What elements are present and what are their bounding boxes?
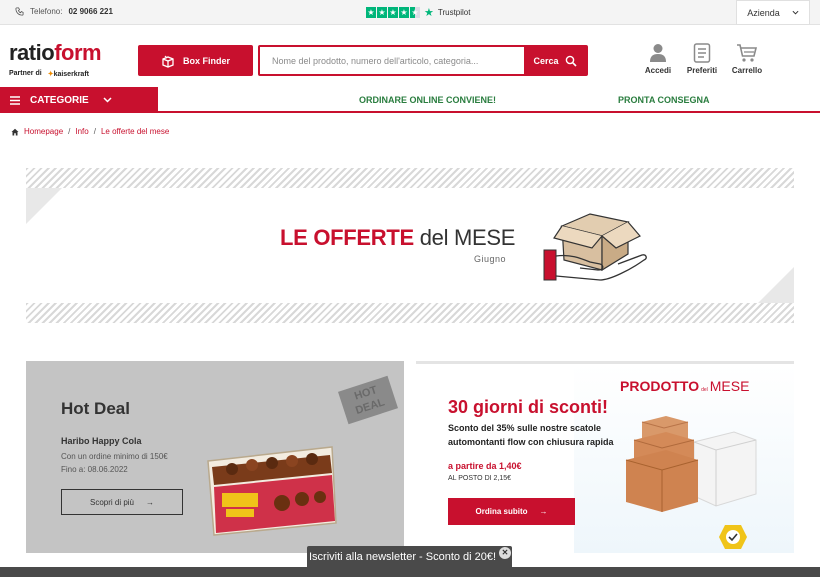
favorites-button[interactable]: Preferiti: [680, 43, 724, 75]
main-nav: CATEGORIE ORDINARE ONLINE CONVIENE! PRON…: [0, 87, 820, 113]
star-icon: ★: [388, 7, 398, 18]
hot-deal-valid-until: Fino a: 08.06.2022: [61, 465, 128, 474]
nav-link-order-online[interactable]: ORDINARE ONLINE CONVIENE!: [359, 95, 496, 105]
hand-box-illustration: [543, 213, 647, 281]
categories-menu-button[interactable]: CATEGORIE: [0, 87, 158, 113]
breadcrumb: Homepage / Info / Le offerte del mese: [11, 127, 169, 136]
cart-button[interactable]: Carrello: [725, 43, 769, 75]
partner-brand: kaiserkraft: [53, 71, 89, 78]
hot-deal-min-order: Con un ordine minimo di 150€: [61, 452, 168, 461]
hot-deal-badge: HOT DEAL: [338, 375, 398, 425]
star-icon: ★: [377, 7, 387, 18]
breadcrumb-separator: /: [68, 127, 71, 136]
search-bar: Cerca: [258, 45, 588, 76]
breadcrumb-current: Le offerte del mese: [100, 127, 170, 136]
banner-corner-left: [26, 188, 62, 224]
cart-label: Carrello: [731, 66, 763, 75]
box-finder-button[interactable]: Box Finder: [138, 45, 253, 76]
arrow-right-icon: →: [146, 497, 155, 507]
star-half-icon: ★: [410, 7, 420, 18]
search-button-label: Cerca: [533, 55, 559, 66]
breadcrumb-home[interactable]: Homepage: [24, 127, 63, 136]
search-input[interactable]: [260, 47, 524, 74]
product-of-month-heading: PRODOTTO del MESE: [620, 378, 749, 394]
order-now-label: Ordina subito: [475, 507, 528, 516]
user-icon: [650, 44, 666, 62]
promo-description: Sconto del 35% sulle nostre scatole auto…: [448, 423, 614, 447]
breadcrumb-info[interactable]: Info: [75, 127, 88, 136]
hamburger-icon: [10, 95, 20, 105]
chevron-down-icon: [103, 97, 112, 103]
banner-corner-right: [758, 267, 794, 303]
list-icon: [693, 43, 711, 63]
hot-deal-card[interactable]: Hot Deal HOT DEAL Haribo Happy Cola Con u…: [26, 361, 404, 553]
promo-original-price: AL POSTO DI 2,15€: [448, 475, 512, 482]
partner-label: Partner di: [9, 70, 42, 77]
heading-prodotto: PRODOTTO: [620, 378, 700, 394]
heading-mese: MESE: [709, 378, 750, 394]
trustpilot-rating[interactable]: ★ ★ ★ ★ ★ ★ Trustpilot: [366, 6, 470, 19]
discover-more-button[interactable]: Scopri di più →: [61, 489, 183, 515]
login-label: Accedi: [644, 66, 672, 75]
phone-icon: [15, 7, 24, 16]
discover-more-label: Scopri di più: [89, 497, 135, 507]
banner-stripe-bottom: [26, 303, 794, 323]
nav-link-ready-delivery[interactable]: PRONTA CONSEGNA: [618, 95, 710, 105]
star-icon: ★: [366, 7, 376, 18]
box-icon: [162, 55, 174, 68]
logo-text-b: form: [54, 40, 102, 65]
promo-price: a partire da 1,40€: [448, 461, 522, 471]
box-finder-label: Box Finder: [182, 55, 230, 66]
cardboard-boxes-image: [625, 416, 757, 512]
login-button[interactable]: Accedi: [636, 43, 680, 75]
home-icon: [11, 128, 19, 135]
company-select[interactable]: Azienda: [736, 0, 810, 25]
breadcrumb-separator: /: [93, 127, 96, 136]
arrow-right-icon: →: [539, 507, 548, 516]
cart-icon: [737, 44, 758, 62]
promo-title: 30 giorni di sconti!: [448, 397, 609, 417]
star-icon: ★: [399, 7, 409, 18]
top-bar: Telefono: 02 9066 221 ★ ★ ★ ★ ★ ★ Trustp…: [0, 0, 820, 25]
candy-tub-image: [207, 446, 337, 536]
site-logo[interactable]: ratioform Partner di ✦kaiserkraft: [9, 40, 102, 79]
phone-label: Telefono:: [30, 7, 63, 16]
quality-seal-icon: [719, 525, 747, 549]
chevron-down-icon: [792, 10, 799, 15]
footer-strip: [0, 567, 820, 577]
trustpilot-label: Trustpilot: [437, 8, 471, 17]
hot-deal-title: Hot Deal: [61, 399, 130, 418]
newsletter-tab[interactable]: Iscriviti alla newsletter - Sconto di 20…: [307, 546, 512, 568]
search-icon: [565, 55, 577, 67]
categories-label: CATEGORIE: [30, 94, 89, 106]
product-of-month-card[interactable]: PRODOTTO del MESE 30 giorni di sconti! S…: [416, 361, 794, 553]
search-button[interactable]: Cerca: [524, 47, 586, 74]
banner-title-red: LE OFFERTE: [280, 225, 414, 250]
logo-text-a: ratio: [9, 40, 55, 65]
hot-deal-product: Haribo Happy Cola: [61, 436, 142, 446]
banner-title: LE OFFERTE del MESE: [280, 225, 515, 251]
order-now-button[interactable]: Ordina subito →: [448, 498, 575, 525]
close-icon[interactable]: ✕: [499, 547, 511, 559]
company-select-value: Azienda: [747, 7, 780, 18]
heading-del: del: [701, 387, 708, 393]
favorites-label: Preferiti: [686, 66, 718, 75]
banner-month: Giugno: [474, 254, 507, 264]
trustpilot-logo-icon: ★: [424, 7, 434, 19]
phone-number: 02 9066 221: [68, 7, 113, 16]
banner-title-dark: del MESE: [419, 225, 516, 250]
phone-contact[interactable]: Telefono: 02 9066 221: [15, 7, 113, 16]
newsletter-label: Iscriviti alla newsletter - Sconto di 20…: [309, 551, 497, 563]
offers-banner: LE OFFERTE del MESE Giugno: [26, 168, 794, 323]
rating-stars: ★ ★ ★ ★ ★: [366, 7, 420, 18]
banner-stripe-top: [26, 168, 794, 188]
